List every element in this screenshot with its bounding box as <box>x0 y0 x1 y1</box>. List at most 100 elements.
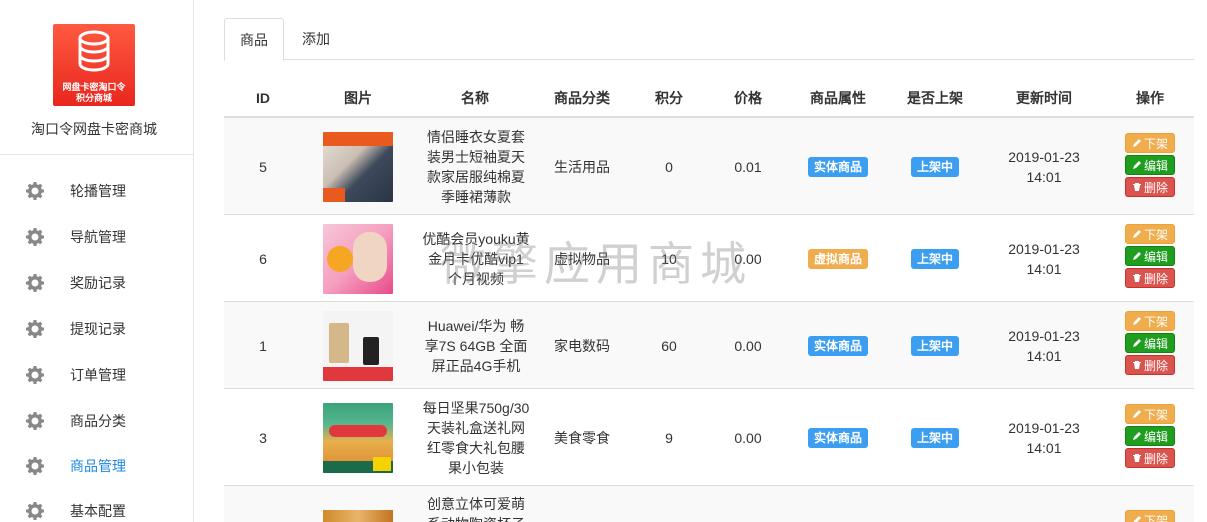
row-price: 0.00 <box>734 429 762 446</box>
sidebar-item-label: 导航管理 <box>70 229 126 245</box>
pencil-icon <box>1132 161 1141 169</box>
row-updated: 2019-01-23 14:01 <box>994 389 1094 486</box>
row-category: 虚拟物品 <box>554 250 610 267</box>
row-actions: 下架 编辑 删除 <box>1125 311 1175 375</box>
pencil-icon <box>1132 317 1141 325</box>
row-status-cell: 上架中 <box>894 215 976 302</box>
pencil-icon <box>1133 516 1141 522</box>
table-row: 创意立体可爱萌系动物陶瓷杯子 下架 <box>224 486 1194 522</box>
attr-badge: 实体商品 <box>807 335 868 356</box>
delete-button[interactable]: 删除 <box>1125 448 1175 468</box>
row-image-cell <box>319 302 397 389</box>
trash-icon <box>1132 183 1141 191</box>
sidebar-item-label: 奖励记录 <box>70 275 126 291</box>
row-points: 10 <box>661 250 677 267</box>
row-attr-cell: 实体商品 <box>794 302 882 389</box>
row-image-cell <box>319 486 397 522</box>
sidebar-item-products[interactable]: 商品管理 <box>0 443 193 489</box>
trash-icon <box>1132 274 1141 282</box>
row-actions: 下架 编辑 删除 <box>1125 224 1175 288</box>
delete-label: 删除 <box>1143 358 1168 373</box>
row-name: 创意立体可爱萌系动物陶瓷杯子 <box>427 496 525 522</box>
row-status-cell: 上架中 <box>894 302 976 389</box>
row-updated: 2019-01-23 14:01 <box>994 215 1094 302</box>
row-image-cell <box>319 389 397 486</box>
updated-time: 14:01 <box>1026 168 1062 185</box>
table-row: 3 每日坚果750g/30天装礼盒送礼网红零食大礼包腰果小包装 美食零食 9 0… <box>224 389 1194 486</box>
off-shelf-button[interactable]: 下架 <box>1125 224 1175 244</box>
header-price: 价格 <box>734 90 762 106</box>
row-name: 优酷会员youku黄金月卡优酷vip1个月视频 <box>422 230 530 287</box>
tab-bar: 商品 添加 <box>224 18 1194 61</box>
row-image-cell <box>319 118 397 215</box>
trash-icon <box>1132 361 1141 369</box>
header-updated: 更新时间 <box>1016 90 1072 106</box>
header-name: 名称 <box>461 90 489 106</box>
row-updated: 2019-01-23 14:01 <box>994 118 1094 215</box>
updated-date: 2019-01-23 <box>1008 240 1080 257</box>
delete-label: 删除 <box>1143 451 1168 466</box>
table-header: ID 图片 名称 商品分类 积分 价格 商品属性 是否上架 更新时间 操作 <box>224 78 1194 118</box>
row-points: 9 <box>665 429 673 446</box>
row-attr-cell: 实体商品 <box>794 389 882 486</box>
gear-icon <box>26 320 44 338</box>
gear-icon <box>26 182 44 200</box>
off-shelf-button[interactable]: 下架 <box>1125 133 1175 153</box>
delete-label: 删除 <box>1143 271 1168 286</box>
edit-label: 编辑 <box>1143 249 1168 264</box>
table-row: 6 优酷会员youku黄金月卡优酷vip1个月视频 虚拟物品 10 0.00 虚… <box>224 215 1194 302</box>
off-shelf-button[interactable]: 下架 <box>1125 510 1175 522</box>
header-actions: 操作 <box>1136 90 1164 106</box>
sidebar-divider <box>0 154 193 155</box>
tab-products[interactable]: 商品 <box>224 18 284 61</box>
status-badge: 上架中 <box>910 156 959 177</box>
sidebar-item-settings[interactable]: 基本配置 <box>0 488 193 522</box>
attr-badge: 实体商品 <box>807 156 868 177</box>
off-shelf-button[interactable]: 下架 <box>1125 404 1175 424</box>
gear-icon <box>26 274 44 292</box>
off-shelf-label: 下架 <box>1143 513 1168 522</box>
updated-date: 2019-01-23 <box>1008 327 1080 344</box>
attr-badge: 虚拟商品 <box>807 248 868 269</box>
gear-icon <box>26 502 44 520</box>
row-price: 0.00 <box>734 250 762 267</box>
row-category: 美食零食 <box>554 429 610 446</box>
row-image-cell <box>319 215 397 302</box>
delete-label: 删除 <box>1143 180 1168 195</box>
delete-button[interactable]: 删除 <box>1125 268 1175 288</box>
sidebar-item-carousel[interactable]: 轮播管理 <box>0 168 193 214</box>
pencil-icon <box>1132 252 1141 260</box>
store-logo: 网盘卡密淘口令 积分商城 <box>53 24 135 106</box>
sidebar-item-withdrawals[interactable]: 提现记录 <box>0 306 193 352</box>
row-id: 5 <box>259 158 267 175</box>
product-image <box>323 402 393 473</box>
row-category: 家电数码 <box>554 337 610 354</box>
row-price: 0.00 <box>734 337 762 354</box>
row-category: 生活用品 <box>554 158 610 175</box>
product-image <box>323 310 393 381</box>
off-shelf-label: 下架 <box>1143 407 1168 422</box>
delete-button[interactable]: 删除 <box>1125 177 1175 197</box>
sidebar-item-orders[interactable]: 订单管理 <box>0 352 193 398</box>
status-badge: 上架中 <box>910 427 959 448</box>
pencil-icon <box>1132 230 1141 238</box>
edit-button[interactable]: 编辑 <box>1125 333 1175 353</box>
product-image <box>323 223 393 294</box>
tab-add[interactable]: 添加 <box>286 18 346 60</box>
table-row: 5 情侣睡衣女夏套装男士短袖夏天款家居服纯棉夏季睡裙薄款 生活用品 0 0.01… <box>224 118 1194 215</box>
logo-text-line2: 积分商城 <box>75 93 112 103</box>
off-shelf-button[interactable]: 下架 <box>1125 311 1175 331</box>
row-id: 3 <box>259 429 267 446</box>
coin-stack-icon <box>78 30 110 72</box>
edit-button[interactable]: 编辑 <box>1125 155 1175 175</box>
updated-time: 14:01 <box>1026 347 1062 364</box>
sidebar-item-navigation[interactable]: 导航管理 <box>0 214 193 260</box>
edit-label: 编辑 <box>1143 429 1168 444</box>
edit-button[interactable]: 编辑 <box>1125 246 1175 266</box>
sidebar-item-rewards[interactable]: 奖励记录 <box>0 260 193 306</box>
edit-button[interactable]: 编辑 <box>1125 426 1175 446</box>
sidebar-item-categories[interactable]: 商品分类 <box>0 398 193 444</box>
sidebar-item-label: 商品管理 <box>70 458 126 474</box>
row-name: 每日坚果750g/30天装礼盒送礼网红零食大礼包腰果小包装 <box>422 399 530 476</box>
delete-button[interactable]: 删除 <box>1125 355 1175 375</box>
